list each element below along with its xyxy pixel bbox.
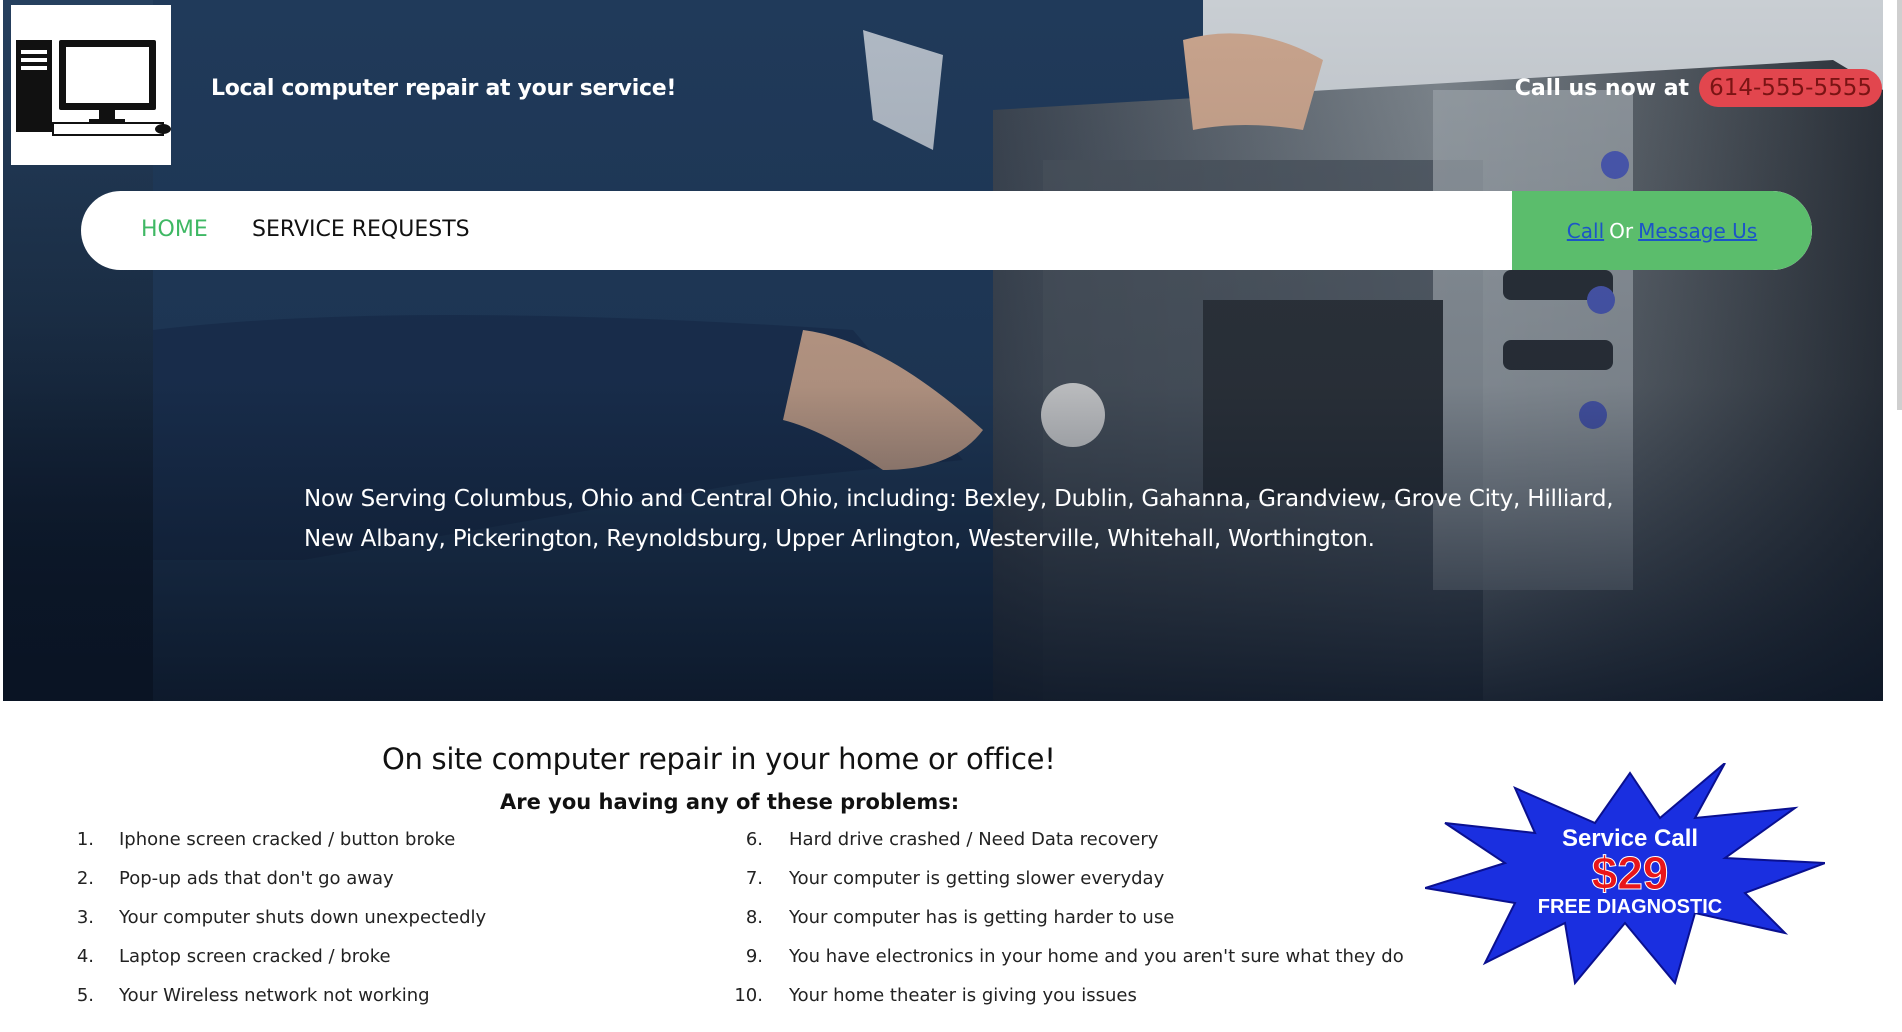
problems-list-right: 6. Hard drive crashed / Need Data recover… bbox=[727, 829, 1404, 1024]
section-heading: On site computer repair in your home or … bbox=[382, 742, 1056, 776]
service-call-promo-badge: Service Call $29 FREE DIAGNOSTIC bbox=[1425, 763, 1825, 986]
nav-service-requests-link[interactable]: SERVICE REQUESTS bbox=[252, 217, 470, 242]
call-now-label: Call us now at bbox=[1514, 75, 1690, 101]
list-item: 2. Pop-up ads that don't go away bbox=[76, 868, 394, 889]
service-area-text: Now Serving Columbus, Ohio and Central O… bbox=[304, 486, 1614, 552]
nav-home-link[interactable]: HOME bbox=[141, 217, 208, 242]
contact-cta: Call Or Message Us bbox=[1512, 191, 1812, 270]
desktop-computer-icon bbox=[16, 40, 171, 136]
problems-list-left: 1. Iphone screen cracked / button broke 2… bbox=[60, 829, 486, 1024]
message-us-link[interactable]: Message Us bbox=[1638, 219, 1757, 243]
page-scrollbar[interactable] bbox=[1897, 0, 1902, 410]
call-link[interactable]: Call bbox=[1567, 219, 1604, 243]
list-item: 4. Laptop screen cracked / broke bbox=[76, 946, 391, 967]
list-item: 8. Your computer has is getting harder to… bbox=[745, 907, 1175, 928]
list-item: 10. Your home theater is giving you issue… bbox=[734, 985, 1137, 1006]
problems-subheading: Are you having any of these problems: bbox=[500, 790, 960, 814]
list-item: 9. You have electronics in your home and … bbox=[745, 946, 1404, 967]
promo-line2: FREE DIAGNOSTIC bbox=[1538, 896, 1722, 918]
promo-price: $29 bbox=[1592, 847, 1669, 899]
header-tagline: Local computer repair at your service! bbox=[211, 76, 677, 101]
call-now-block: Call us now at 614-555-5555 bbox=[1515, 69, 1882, 107]
cta-or-text: Or bbox=[1609, 218, 1634, 243]
list-item: 1. Iphone screen cracked / button broke bbox=[76, 829, 456, 850]
phone-number-link[interactable]: 614-555-5555 bbox=[1699, 69, 1882, 107]
computer-logo[interactable] bbox=[11, 5, 171, 165]
list-item: 6. Hard drive crashed / Need Data recover… bbox=[745, 829, 1159, 850]
list-item: 5. Your Wireless network not working bbox=[76, 985, 430, 1006]
main-nav: HOME SERVICE REQUESTS Call Or Message Us bbox=[81, 191, 1812, 270]
list-item: 3. Your computer shuts down unexpectedly bbox=[76, 907, 487, 928]
hero-banner: Local computer repair at your service! C… bbox=[3, 0, 1883, 701]
list-item: 7. Your computer is getting slower everyd… bbox=[745, 868, 1165, 889]
